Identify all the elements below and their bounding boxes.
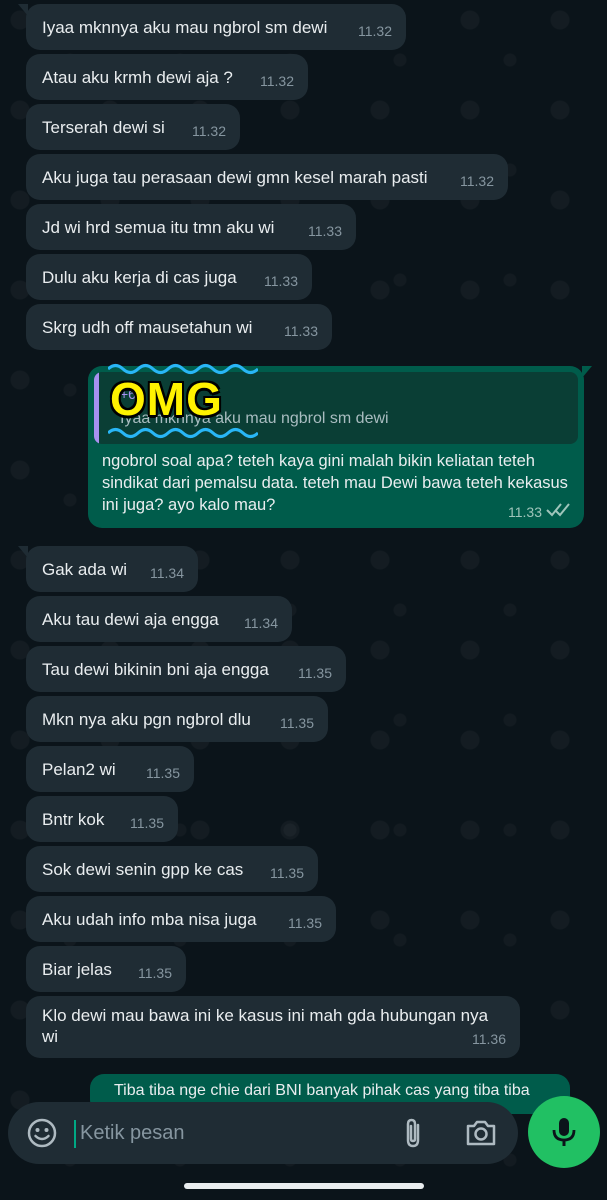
message-text: Bntr kok	[42, 810, 105, 829]
incoming-message[interactable]: Dulu aku kerja di cas juga 11.33	[26, 254, 312, 300]
message-text: Atau aku krmh dewi aja ?	[42, 68, 233, 87]
message-time: 11.33	[508, 504, 542, 520]
message-text: Skrg udh off mausetahun wi	[42, 318, 253, 337]
message-time: 11.32	[260, 73, 294, 89]
message-time: 11.35	[138, 965, 172, 981]
incoming-message[interactable]: Terserah dewi si 11.32	[26, 104, 240, 150]
squiggle-decoration	[108, 428, 258, 438]
incoming-message[interactable]: Aku udah info mba nisa juga 11.35	[26, 896, 336, 942]
incoming-message[interactable]: Gak ada wi 11.34	[18, 546, 198, 592]
message-time: 11.32	[358, 23, 392, 39]
message-time: 11.35	[270, 865, 304, 881]
message-text: Tiba tiba nge chie dari BNI banyak pihak…	[114, 1082, 530, 1099]
message-time: 11.33	[264, 273, 298, 289]
incoming-message[interactable]: Iyaa mknnya aku mau ngbrol sm dewi 11.32	[18, 4, 406, 50]
message-time: 11.35	[146, 765, 180, 781]
incoming-message[interactable]: Tau dewi bikinin bni aja engga 11.35	[26, 646, 346, 692]
incoming-message[interactable]: Bntr kok 11.35	[26, 796, 178, 842]
message-time: 11.36	[472, 1031, 506, 1047]
message-text: Aku juga tau perasaan dewi gmn kesel mar…	[42, 168, 428, 187]
message-text: Aku tau dewi aja engga	[42, 610, 219, 629]
message-text: Dulu aku kerja di cas juga	[42, 268, 237, 287]
message-text: Aku udah info mba nisa juga	[42, 910, 257, 929]
incoming-message[interactable]: Klo dewi mau bawa ini ke kasus ini mah g…	[26, 996, 520, 1058]
message-time: 11.35	[280, 715, 314, 731]
message-text: Gak ada wi	[42, 560, 128, 579]
message-input[interactable]: Ketik pesan	[80, 1122, 185, 1145]
incoming-message[interactable]: Pelan2 wi 11.35	[26, 746, 194, 792]
message-text: Pelan2 wi	[42, 760, 116, 779]
camera-icon[interactable]	[464, 1116, 498, 1155]
omg-text: OMG	[110, 373, 223, 425]
incoming-message[interactable]: Atau aku krmh dewi aja ? 11.32	[26, 54, 308, 100]
omg-sticker: OMG	[108, 362, 258, 442]
voice-record-button[interactable]	[528, 1096, 600, 1168]
home-indicator[interactable]	[184, 1183, 424, 1189]
message-text: Terserah dewi si	[42, 118, 165, 137]
message-text: Biar jelas	[42, 960, 112, 979]
mic-icon	[552, 1118, 576, 1146]
message-time: 11.35	[288, 915, 322, 931]
message-text: ngobrol soal apa? teteh kaya gini malah …	[102, 452, 568, 514]
message-text: Jd wi hrd semua itu tmn aku wi	[42, 218, 275, 237]
incoming-message[interactable]: Biar jelas 11.35	[26, 946, 186, 992]
quote-accent-bar	[94, 372, 99, 444]
incoming-message[interactable]: Jd wi hrd semua itu tmn aku wi 11.33	[26, 204, 356, 250]
message-time: 11.32	[192, 123, 226, 139]
message-time: 11.35	[130, 815, 164, 831]
message-time: 11.32	[460, 173, 494, 189]
message-time: 11.34	[150, 565, 184, 581]
double-check-icon	[546, 501, 572, 522]
message-time: 11.35	[298, 665, 332, 681]
message-text: Tau dewi bikinin bni aja engga	[42, 660, 269, 679]
text-cursor	[74, 1120, 76, 1148]
message-text-line-2: wi	[42, 1027, 59, 1046]
message-text: Iyaa mknnya aku mau ngbrol sm dewi	[42, 18, 328, 37]
message-text: Mkn nya aku pgn ngbrol dlu	[42, 710, 251, 729]
incoming-message[interactable]: Mkn nya aku pgn ngbrol dlu 11.35	[26, 696, 328, 742]
message-time: 11.34	[244, 615, 278, 631]
emoji-icon[interactable]	[26, 1117, 58, 1154]
message-time: 11.33	[284, 323, 318, 339]
incoming-message[interactable]: Sok dewi senin gpp ke cas 11.35	[26, 846, 318, 892]
incoming-message[interactable]: Aku juga tau perasaan dewi gmn kesel mar…	[26, 154, 508, 200]
message-time: 11.33	[308, 223, 342, 239]
message-text: Sok dewi senin gpp ke cas	[42, 860, 244, 879]
message-text-line-1: Klo dewi mau bawa ini ke kasus ini mah g…	[42, 1006, 489, 1025]
message-composer[interactable]: Ketik pesan	[8, 1102, 518, 1164]
incoming-message[interactable]: Aku tau dewi aja engga 11.34	[26, 596, 292, 642]
incoming-message[interactable]: Skrg udh off mausetahun wi 11.33	[26, 304, 332, 350]
attach-icon[interactable]	[398, 1116, 428, 1155]
